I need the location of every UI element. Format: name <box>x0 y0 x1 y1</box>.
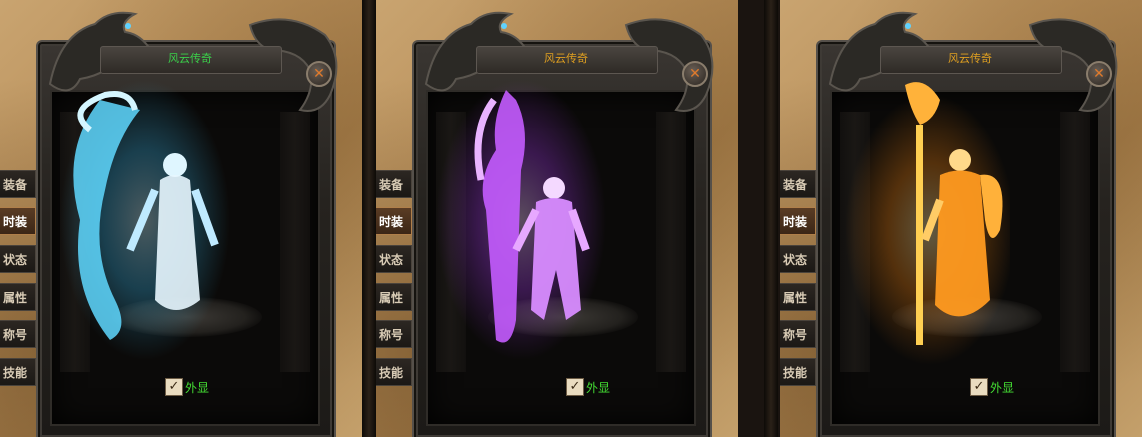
tab-attributes[interactable]: 属性 <box>780 283 816 311</box>
flame-character-figure <box>845 82 1010 365</box>
stone-pillar <box>280 112 310 372</box>
tab-attributes[interactable]: 属性 <box>376 283 412 311</box>
stone-pillar <box>656 112 686 372</box>
tab-title[interactable]: 称号 <box>780 320 816 348</box>
appearance-checkbox-label: 外显 <box>185 381 210 395</box>
character-panel-3: 风云传奇 ✕ 装备 时装 状态 属性 称号 技能 ✓ 外显 <box>780 0 1142 437</box>
tab-title[interactable]: 称号 <box>0 320 36 348</box>
tab-fashion[interactable]: 时装 <box>0 207 36 235</box>
tab-status[interactable]: 状态 <box>780 245 816 273</box>
appearance-checkbox[interactable]: ✓ <box>970 378 988 396</box>
character-panel-1: 风云传奇 ✕ 装备 时装 状态 属性 称号 技能 ✓ 外显 <box>0 0 362 437</box>
tab-title[interactable]: 称号 <box>376 320 412 348</box>
appearance-checkbox[interactable]: ✓ <box>165 378 183 396</box>
close-button[interactable]: ✕ <box>1086 61 1112 87</box>
tab-skills[interactable]: 技能 <box>376 358 412 386</box>
tab-skills[interactable]: 技能 <box>780 358 816 386</box>
ice-character-figure <box>60 80 230 360</box>
appearance-checkbox-label: 外显 <box>990 381 1015 395</box>
tab-equipment[interactable]: 装备 <box>0 170 36 198</box>
tab-equipment[interactable]: 装备 <box>376 170 412 198</box>
arcane-character-figure <box>436 80 606 360</box>
tab-fashion[interactable]: 时装 <box>780 207 816 235</box>
tab-fashion[interactable]: 时装 <box>376 207 412 235</box>
close-button[interactable]: ✕ <box>306 61 332 87</box>
tab-equipment[interactable]: 装备 <box>780 170 816 198</box>
appearance-checkbox[interactable]: ✓ <box>566 378 584 396</box>
window-title: 风云传奇 <box>168 52 212 65</box>
tab-attributes[interactable]: 属性 <box>0 283 36 311</box>
character-panel-2: 风云传奇 ✕ 装备 时装 状态 属性 称号 技能 ✓ 外显 <box>376 0 738 437</box>
stone-pillar <box>1060 112 1090 372</box>
close-button[interactable]: ✕ <box>682 61 708 87</box>
panel-separator <box>362 0 376 437</box>
panel-separator <box>764 0 778 437</box>
appearance-checkbox-label: 外显 <box>586 381 611 395</box>
tab-skills[interactable]: 技能 <box>0 358 36 386</box>
tab-status[interactable]: 状态 <box>376 245 412 273</box>
window-title: 风云传奇 <box>948 52 992 65</box>
window-title: 风云传奇 <box>544 52 588 65</box>
tab-status[interactable]: 状态 <box>0 245 36 273</box>
